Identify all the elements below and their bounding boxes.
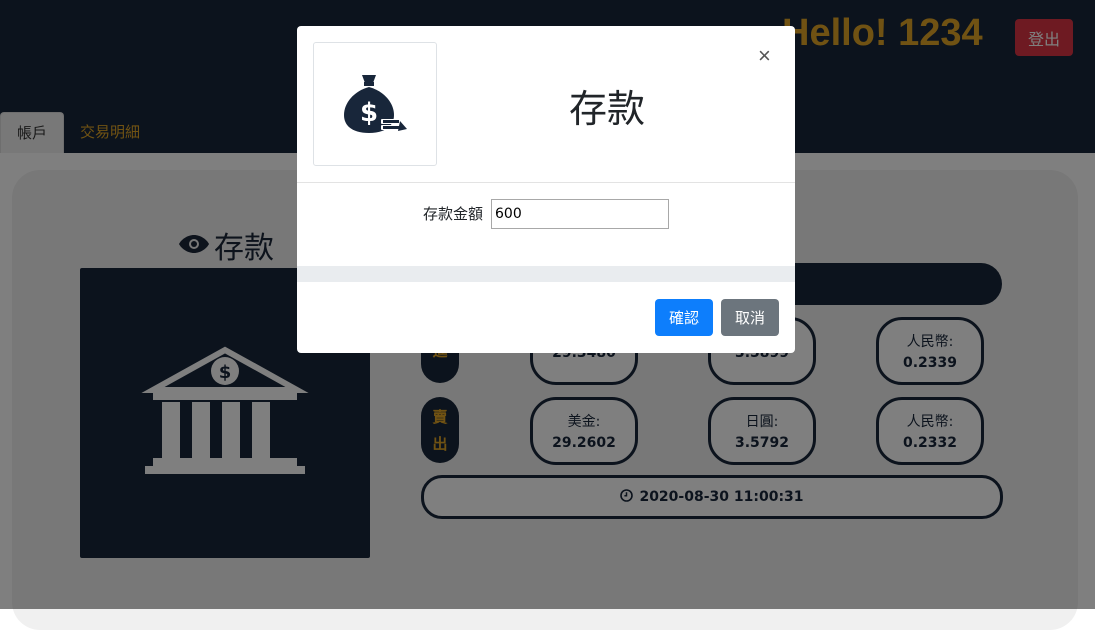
close-icon[interactable]: × [758,43,771,69]
modal-title: 存款 [569,87,646,131]
amount-label: 存款金額 [423,205,484,223]
svg-text:$: $ [360,98,378,128]
modal-divider-band [297,266,795,282]
modal-icon-frame: $ [313,42,437,166]
amount-input[interactable] [491,199,669,229]
money-bag-icon: $ [344,75,407,133]
cancel-button[interactable]: 取消 [721,299,779,336]
confirm-button[interactable]: 確認 [655,299,713,336]
modal-header-divider [297,182,795,183]
deposit-modal: $ 存款 × 存款金額 確認 取消 [297,26,795,353]
